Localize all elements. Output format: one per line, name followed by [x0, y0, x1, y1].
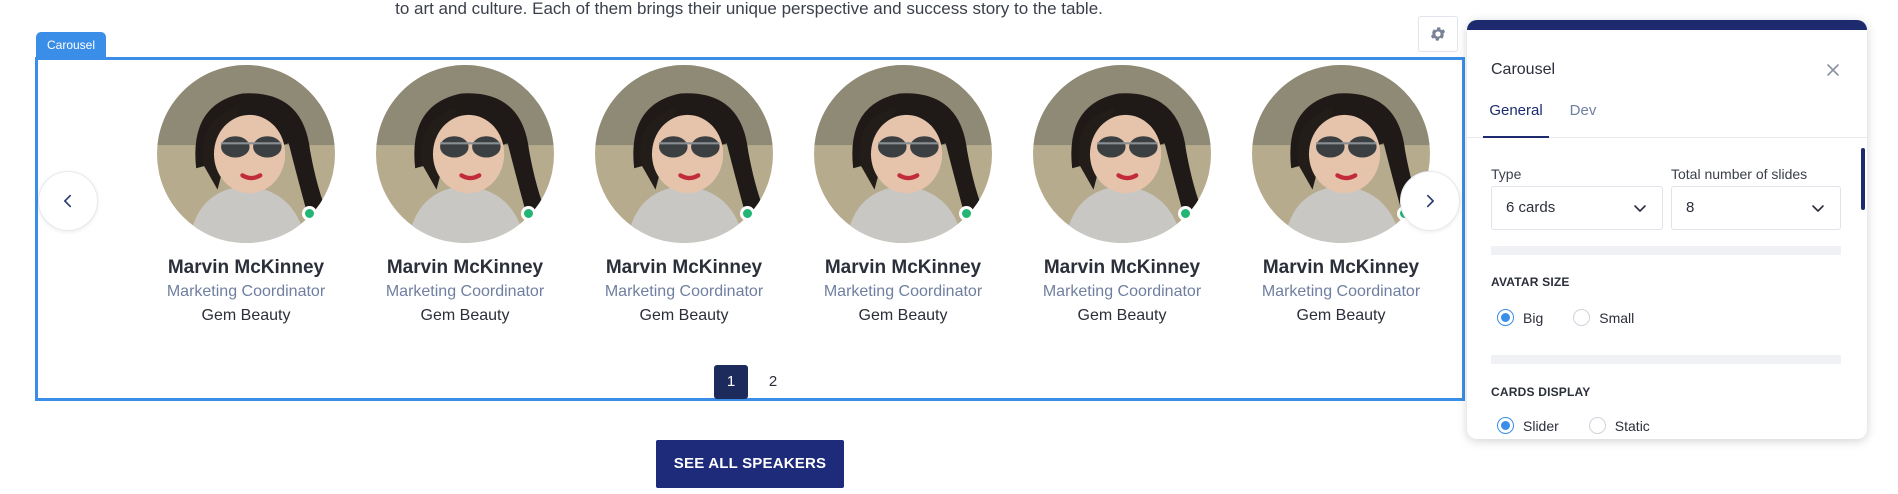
radio-unchecked-icon: [1588, 417, 1606, 434]
carousel-settings-panel: Carousel General Dev Type 6 cards Total …: [1467, 20, 1867, 439]
total-slides-label: Total number of slides: [1671, 166, 1808, 182]
avatar-wrapper: [157, 65, 335, 243]
speaker-role: Marketing Coordinator: [385, 283, 545, 300]
panel-close-button[interactable]: [1823, 60, 1843, 80]
close-icon: [1827, 64, 1839, 76]
type-select[interactable]: 6 cards: [1491, 186, 1663, 230]
see-all-speakers-button[interactable]: SEE ALL SPEAKERS: [656, 440, 844, 488]
online-status-dot: [302, 206, 317, 221]
online-status-dot: [740, 206, 755, 221]
total-slides-select-value: 8: [1686, 199, 1695, 216]
carousel-prev-button[interactable]: [38, 171, 98, 231]
intro-paragraph: to art and culture. Each of them brings …: [395, 0, 1103, 18]
avatar-wrapper: [814, 65, 992, 243]
speaker-card[interactable]: Marvin McKinney Marketing Coordinator Gem …: [341, 65, 554, 345]
cards-display-options: Slider Static: [1497, 417, 1680, 434]
speaker-card[interactable]: Marvin McKinney Marketing Coordinator Gem …: [122, 65, 335, 345]
chevron-down-icon: [1812, 205, 1824, 212]
speaker-name: Marvin McKinney: [386, 257, 544, 278]
settings-button[interactable]: [1418, 16, 1458, 52]
page-button-1[interactable]: 1: [714, 365, 748, 399]
avatar-size-small[interactable]: Small: [1573, 309, 1634, 326]
avatar-wrapper: [595, 65, 773, 243]
carousel-frame: Marvin McKinney Marketing Coordinator Gem …: [35, 57, 1465, 401]
speaker-card[interactable]: Marvin McKinney Marketing Coordinator Gem …: [560, 65, 773, 345]
cards-display-slider-label: Slider: [1523, 417, 1559, 434]
carousel-tag[interactable]: Carousel: [36, 32, 107, 58]
type-select-value: 6 cards: [1506, 199, 1556, 216]
speaker-role: Marketing Coordinator: [1261, 283, 1421, 300]
chevron-left-icon: [64, 194, 72, 208]
section-divider: [1491, 355, 1841, 364]
speaker-name: Marvin McKinney: [824, 257, 982, 278]
section-divider: [1491, 246, 1841, 255]
chevron-right-icon: [1426, 194, 1434, 208]
online-status-dot: [521, 206, 536, 221]
cards-display-static-label: Static: [1614, 417, 1650, 434]
speaker-role: Marketing Coordinator: [604, 283, 764, 300]
cards-display-static[interactable]: Static: [1588, 417, 1650, 434]
avatar-size-small-label: Small: [1599, 309, 1635, 326]
speaker-name: Marvin McKinney: [605, 257, 763, 278]
speaker-company: Gem Beauty: [1077, 307, 1167, 324]
speaker-company: Gem Beauty: [201, 307, 291, 324]
tab-general[interactable]: General: [1483, 102, 1549, 138]
radio-unchecked-icon: [1573, 309, 1591, 326]
speaker-company: Gem Beauty: [1296, 307, 1386, 324]
online-status-dot: [959, 206, 974, 221]
avatar-wrapper: [376, 65, 554, 243]
avatar-wrapper: [1033, 65, 1211, 243]
panel-title: Carousel: [1491, 61, 1556, 78]
speaker-name: Marvin McKinney: [1262, 257, 1420, 278]
carousel-cards: Marvin McKinney Marketing Coordinator Gem …: [122, 65, 1430, 355]
panel-tabs: General Dev: [1467, 92, 1867, 138]
speaker-company: Gem Beauty: [420, 307, 510, 324]
avatar-size-big-label: Big: [1523, 309, 1544, 326]
chevron-down-icon: [1634, 205, 1646, 212]
radio-checked-icon: [1497, 417, 1514, 434]
speaker-role: Marketing Coordinator: [166, 283, 326, 300]
online-status-dot: [1178, 206, 1193, 221]
type-label: Type: [1491, 166, 1522, 182]
panel-scrollbar[interactable]: [1861, 148, 1865, 210]
speaker-card[interactable]: Marvin McKinney Marketing Coordinator Gem …: [998, 65, 1211, 345]
avatar-size-options: Big Small: [1497, 309, 1664, 326]
cards-display-title: CARDS DISPLAY: [1491, 385, 1591, 399]
speaker-company: Gem Beauty: [858, 307, 948, 324]
speaker-card[interactable]: Marvin McKinney Marketing Coordinator Gem …: [1217, 65, 1430, 345]
tab-dev[interactable]: Dev: [1563, 102, 1603, 138]
speaker-role: Marketing Coordinator: [823, 283, 983, 300]
speaker-card[interactable]: Marvin McKinney Marketing Coordinator Gem …: [779, 65, 992, 345]
speaker-role: Marketing Coordinator: [1042, 283, 1202, 300]
page-button-2[interactable]: 2: [756, 365, 790, 399]
carousel-next-button[interactable]: [1400, 171, 1460, 231]
total-slides-select[interactable]: 8: [1671, 186, 1841, 230]
radio-checked-icon: [1497, 309, 1514, 326]
pagination: 1 2: [714, 365, 790, 399]
gear-icon: [1430, 27, 1446, 41]
speaker-name: Marvin McKinney: [1043, 257, 1201, 278]
speaker-name: Marvin McKinney: [167, 257, 325, 278]
avatar-size-title: AVATAR SIZE: [1491, 275, 1570, 289]
cards-display-slider[interactable]: Slider: [1497, 417, 1559, 434]
speaker-company: Gem Beauty: [639, 307, 729, 324]
avatar-size-big[interactable]: Big: [1497, 309, 1543, 326]
